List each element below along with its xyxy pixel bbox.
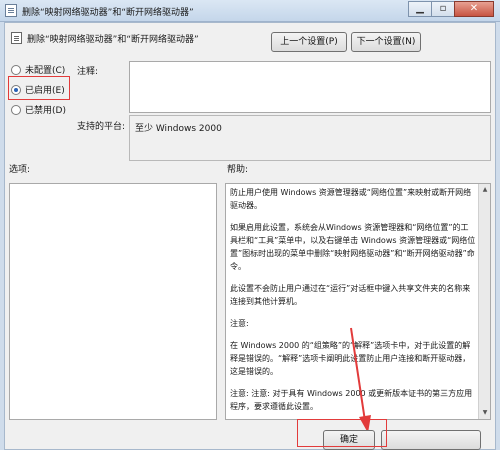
dialog-footer: 确定	[5, 421, 495, 450]
close-button[interactable]: ✕	[454, 1, 494, 17]
minimize-button[interactable]: ▁	[408, 1, 432, 17]
policy-document-icon	[5, 4, 17, 17]
window-controls: ▁ ▫ ✕	[408, 1, 494, 17]
red-arrow-annotation	[350, 327, 371, 433]
cancel-button[interactable]	[381, 430, 481, 450]
highlight-box-ok	[297, 419, 387, 447]
policy-dialog-panel: 删除“映射网络驱动器”和“断开网络驱动器” 上一个设置(P) 下一个设置(N) …	[4, 22, 496, 450]
window-title: 删除“映射网络驱动器”和“断开网络驱动器”	[22, 8, 194, 18]
maximize-button[interactable]: ▫	[431, 1, 455, 17]
title-bar: 删除“映射网络驱动器”和“断开网络驱动器” ▁ ▫ ✕	[0, 0, 500, 22]
